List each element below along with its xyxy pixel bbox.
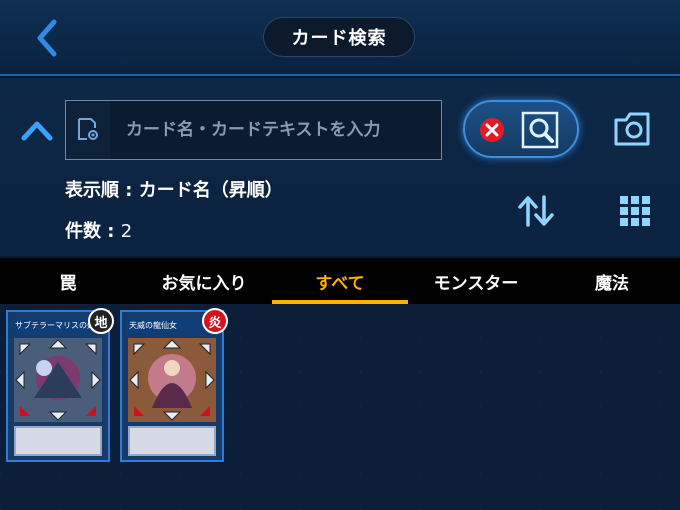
back-button[interactable] — [30, 18, 66, 58]
card-item[interactable]: サブテラーマリスの妖女 — [6, 308, 114, 462]
tab-all[interactable]: すべて — [272, 258, 408, 304]
card-description-box — [14, 426, 102, 456]
chevron-up-icon — [21, 121, 53, 141]
tab-monster[interactable]: モンスター — [408, 258, 544, 304]
close-icon — [480, 118, 504, 142]
collapse-button[interactable] — [20, 118, 54, 142]
count-value: 2 — [120, 221, 133, 242]
card-artwork — [128, 338, 216, 422]
search-icon — [521, 111, 559, 149]
search-action-group — [463, 100, 579, 158]
count-label: 件数 : — [65, 221, 121, 242]
grid-icon — [620, 196, 650, 226]
sort-arrows-icon — [518, 195, 554, 227]
card-artwork — [14, 338, 102, 422]
search-button[interactable] — [521, 111, 561, 149]
camera-icon — [614, 112, 650, 146]
search-input[interactable] — [110, 101, 441, 159]
sort-order-label: 表示順 : カード名（昇順） — [65, 180, 283, 201]
card-name: 天威の龍仙女 — [126, 318, 204, 334]
card-item[interactable]: 天威の龍仙女 炎 — [120, 308, 228, 462]
card-name: サブテラーマリスの妖女 — [12, 318, 90, 334]
tab-spell[interactable]: 魔法 — [544, 258, 680, 304]
search-field — [65, 100, 442, 160]
card-description-box — [128, 426, 216, 456]
clear-button[interactable] — [479, 117, 505, 143]
page-title: カード検索 — [263, 17, 415, 57]
card-results: サブテラーマリスの妖女 — [0, 304, 680, 510]
top-bar: カード検索 — [0, 0, 680, 76]
result-count: 件数 : 2 — [65, 217, 132, 243]
search-settings-icon[interactable] — [66, 101, 110, 159]
camera-button[interactable] — [612, 110, 656, 148]
search-panel: 表示順 : カード名（昇順） 件数 : 2 — [0, 78, 680, 256]
attribute-badge: 炎 — [202, 308, 228, 334]
tab-trap[interactable]: 罠 — [0, 258, 136, 304]
tab-favorites[interactable]: お気に入り — [136, 258, 272, 304]
chevron-left-icon — [37, 19, 57, 57]
category-tabs: 罠 お気に入り すべて モンスター 魔法 — [0, 258, 680, 304]
grid-view-button[interactable] — [618, 194, 652, 228]
attribute-badge: 地 — [88, 308, 114, 334]
sort-button[interactable] — [516, 193, 556, 229]
